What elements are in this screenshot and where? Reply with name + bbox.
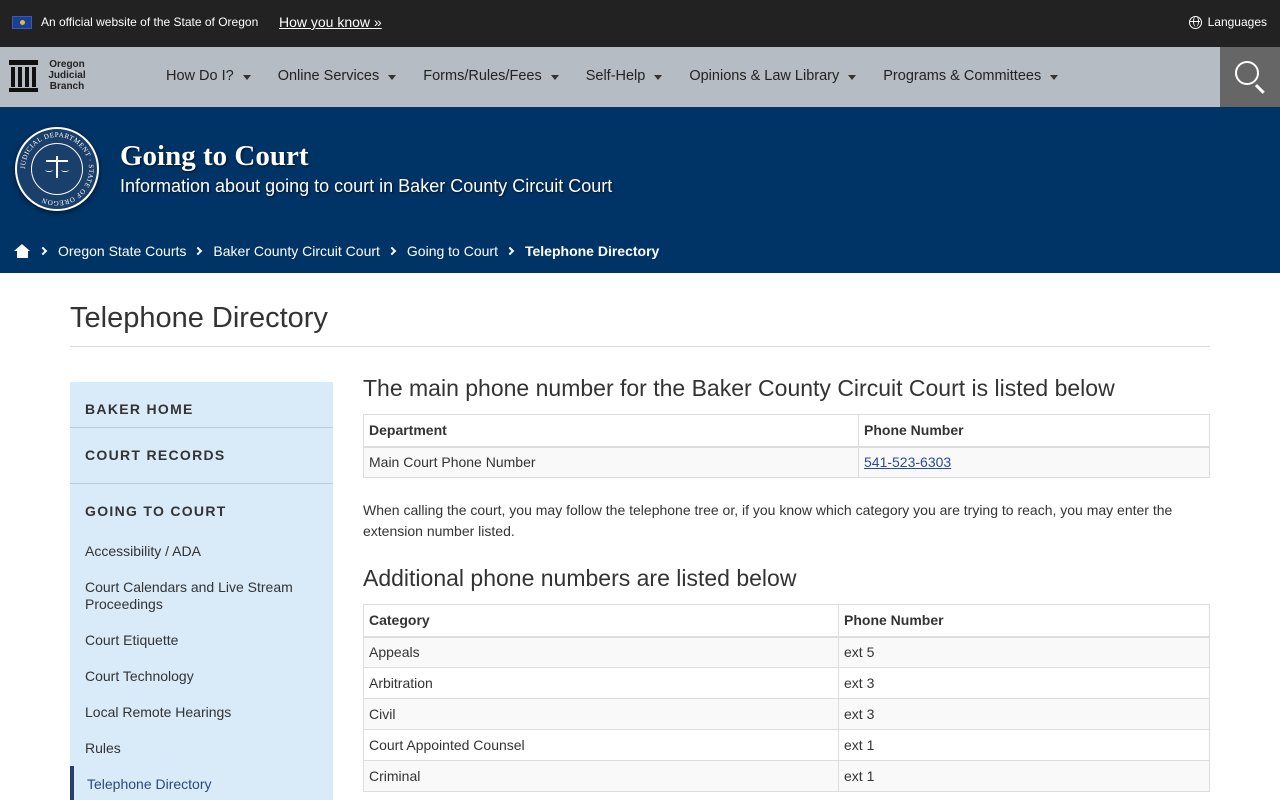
table-row: Civil ext 3 [363, 698, 1210, 730]
divider [70, 427, 333, 428]
home-icon[interactable] [14, 243, 31, 259]
search-icon [1235, 61, 1259, 85]
breadcrumb-item-baker-county[interactable]: Baker County Circuit Court [213, 243, 380, 259]
table-cell: 541-523-6303 [858, 446, 1210, 478]
caret-down-icon [550, 74, 559, 80]
sidebar-link-court-technology[interactable]: Court Technology [85, 668, 315, 685]
divider [70, 483, 333, 484]
sidebar-link-court-calendars[interactable]: Court Calendars and Live Stream Proceedi… [85, 579, 315, 613]
ojd-logo[interactable]: Oregon Judicial Branch [9, 59, 88, 92]
caret-down-icon [242, 74, 251, 80]
instructions-paragraph: When calling the court, you may follow t… [363, 502, 1173, 539]
courthouse-logo-icon [9, 59, 38, 92]
table-cell: ext 1 [838, 729, 1210, 761]
table-cell: ext 5 [838, 636, 1210, 668]
breadcrumb: Oregon State Courts Baker County Circuit… [14, 243, 659, 259]
chevron-right-icon [505, 246, 515, 256]
nav-item-forms-rules-fees[interactable]: Forms/Rules/Fees [423, 68, 559, 84]
table-cell: ext 3 [838, 698, 1210, 730]
main-phone-heading: The main phone number for the Baker Coun… [363, 375, 1115, 401]
main-navbar: Oregon Judicial Branch How Do I? Online … [0, 47, 1280, 107]
caret-down-icon [1050, 74, 1059, 80]
table-row: Main Court Phone Number 541-523-6303 [363, 446, 1210, 478]
table-cell: ext 3 [838, 667, 1210, 699]
table-cell: Arbitration [363, 667, 839, 699]
column-header-department: Department [363, 414, 859, 448]
official-text: An official website of the State of Oreg… [41, 15, 259, 29]
nav-menu: How Do I? Online Services Forms/Rules/Fe… [166, 68, 1085, 84]
hero-subtitle: Information about going to court in Bake… [120, 176, 613, 196]
table-header-row: Category Phone Number [363, 604, 1210, 638]
sidebar-item-baker-home[interactable]: BAKER HOME [85, 401, 194, 417]
breadcrumb-item-oregon-state-courts[interactable]: Oregon State Courts [58, 243, 186, 259]
sidebar-link-rules[interactable]: Rules [85, 740, 315, 757]
chevron-right-icon [194, 246, 203, 256]
globe-icon [1188, 15, 1202, 29]
sidebar-link-telephone-directory[interactable]: Telephone Directory [87, 776, 317, 793]
languages-label: Languages [1207, 15, 1267, 29]
nav-item-online-services[interactable]: Online Services [278, 68, 397, 84]
sidebar-nav: BAKER HOME COURT RECORDS GOING TO COURT … [70, 382, 333, 800]
table-row: Arbitration ext 3 [363, 667, 1210, 699]
table-cell: ext 1 [838, 760, 1210, 792]
oregon-flag-icon [12, 16, 32, 29]
additional-phone-table: Category Phone Number Appeals ext 5 Arbi… [363, 604, 1210, 792]
table-cell: Court Appointed Counsel [363, 729, 839, 761]
table-cell: Criminal [363, 760, 839, 792]
chevron-right-icon [38, 246, 48, 256]
sidebar-item-court-records[interactable]: COURT RECORDS [85, 447, 226, 463]
sidebar-item-going-to-court[interactable]: GOING TO COURT [85, 503, 227, 519]
logo-text: Oregon Judicial Branch [48, 59, 86, 92]
caret-down-icon [388, 74, 397, 80]
active-indicator [70, 766, 74, 800]
caret-down-icon [654, 74, 663, 80]
table-row: Appeals ext 5 [363, 636, 1210, 668]
main-phone-table: Department Phone Number Main Court Phone… [363, 414, 1210, 478]
phone-link[interactable]: 541-523-6303 [864, 454, 951, 470]
chevron-right-icon [387, 246, 397, 256]
nav-item-programs-committees[interactable]: Programs & Committees [883, 68, 1059, 84]
nav-item-self-help[interactable]: Self-Help [586, 68, 663, 84]
scales-icon [45, 156, 69, 180]
breadcrumb-current: Telephone Directory [524, 243, 660, 259]
sidebar-link-court-etiquette[interactable]: Court Etiquette [85, 632, 315, 649]
column-header-phone: Phone Number [838, 604, 1210, 638]
nav-item-how-do-i[interactable]: How Do I? [166, 68, 251, 84]
table-row: Court Appointed Counsel ext 1 [363, 729, 1210, 761]
page-title: Telephone Directory [70, 302, 328, 334]
additional-phone-heading: Additional phone numbers are listed belo… [363, 565, 797, 591]
table-cell: Appeals [363, 636, 839, 668]
divider [70, 346, 1210, 347]
column-header-category: Category [363, 604, 839, 638]
how-you-know-link[interactable]: How you know » [279, 14, 382, 30]
hero-title: Going to Court [120, 140, 309, 172]
table-row: Criminal ext 1 [363, 760, 1210, 792]
search-button[interactable] [1220, 47, 1280, 107]
sidebar-link-local-remote-hearings[interactable]: Local Remote Hearings [85, 704, 315, 721]
caret-down-icon [848, 74, 857, 80]
breadcrumb-item-going-to-court[interactable]: Going to Court [407, 243, 498, 259]
table-cell: Civil [363, 698, 839, 730]
sidebar-link-accessibility[interactable]: Accessibility / ADA [85, 543, 315, 560]
hero-banner: JUDICIAL DEPARTMENT · STATE OF OREGON Go… [0, 107, 1280, 273]
languages-button[interactable]: Languages [1188, 15, 1267, 29]
column-header-phone: Phone Number [858, 414, 1210, 448]
judicial-seal-icon: JUDICIAL DEPARTMENT · STATE OF OREGON [15, 127, 99, 211]
table-header-row: Department Phone Number [363, 414, 1210, 448]
nav-item-opinions-law-library[interactable]: Opinions & Law Library [689, 68, 857, 84]
official-banner: An official website of the State of Oreg… [0, 0, 1280, 47]
table-cell: Main Court Phone Number [363, 446, 859, 478]
